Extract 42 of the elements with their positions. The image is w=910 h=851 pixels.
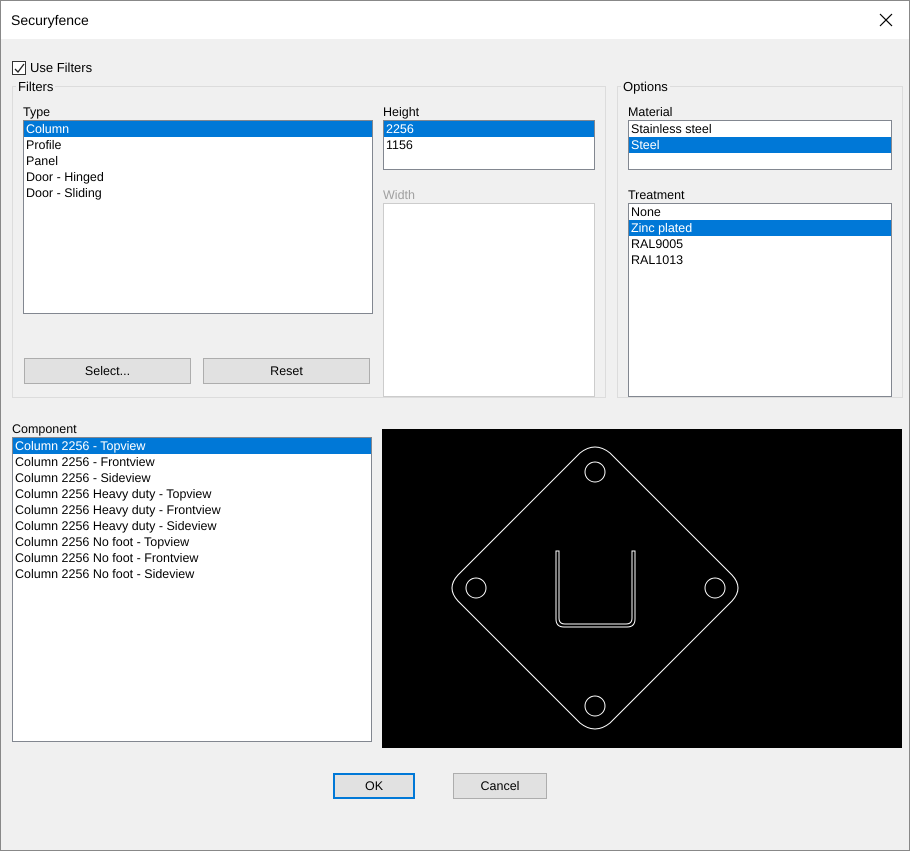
list-box[interactable]: Column Profile Panel Door - Hinged Door - Sliding: [23, 120, 373, 314]
field-label: Width: [383, 187, 416, 203]
dialog-button[interactable]: Select...: [24, 358, 191, 384]
list-item[interactable]: Zinc plated: [629, 220, 891, 236]
field-label: Height: [383, 104, 420, 120]
list-item[interactable]: RAL9005: [629, 236, 891, 252]
list-item[interactable]: Column 2256 Heavy duty - Topview: [13, 486, 371, 502]
field-label: Component: [12, 421, 78, 437]
dialog-button[interactable]: Reset: [203, 358, 370, 384]
list-item[interactable]: Door - Sliding: [24, 185, 372, 201]
list-box[interactable]: 2256 1156: [383, 120, 595, 170]
list-item[interactable]: Column 2256 No foot - Frontview: [13, 550, 371, 566]
list-item[interactable]: Panel: [24, 153, 372, 169]
list-item[interactable]: Column: [24, 121, 372, 137]
list-box[interactable]: Stainless steel Steel: [628, 120, 892, 170]
group-title: Options: [621, 79, 670, 95]
list-item[interactable]: RAL1013: [629, 252, 891, 268]
checkbox-label: Use Filters: [30, 59, 92, 78]
list-item[interactable]: Profile: [24, 137, 372, 153]
field-label: Treatment: [628, 187, 686, 203]
list-item[interactable]: Column 2256 Heavy duty - Sideview: [13, 518, 371, 534]
list-item[interactable]: Stainless steel: [629, 121, 891, 137]
dialog-button[interactable]: OK: [333, 773, 415, 799]
list-item[interactable]: None: [629, 204, 891, 220]
field-label: Material: [628, 104, 674, 120]
list-item[interactable]: Column 2256 - Frontview: [13, 454, 371, 470]
window-title: Securyfence: [11, 10, 89, 30]
list-item[interactable]: Column 2256 - Sideview: [13, 470, 371, 486]
close-icon[interactable]: [879, 13, 893, 27]
list-item[interactable]: Steel: [629, 137, 891, 153]
checkbox[interactable]: [12, 61, 26, 75]
list-item[interactable]: Column 2256 - Topview: [13, 438, 371, 454]
list-box[interactable]: [12, 437, 372, 742]
list-item[interactable]: Column 2256 Heavy duty - Frontview: [13, 502, 371, 518]
list-item[interactable]: 1156: [384, 137, 594, 153]
list-item[interactable]: Column 2256 No foot - Sideview: [13, 566, 371, 582]
list-item[interactable]: Door - Hinged: [24, 169, 372, 185]
list-item[interactable]: 2256: [384, 121, 594, 137]
dialog-button[interactable]: Cancel: [453, 773, 547, 799]
field-label: Type: [23, 104, 52, 120]
list-item[interactable]: Column 2256 No foot - Topview: [13, 534, 371, 550]
list-box[interactable]: None Zinc plated RAL9005 RAL1013: [628, 203, 892, 397]
